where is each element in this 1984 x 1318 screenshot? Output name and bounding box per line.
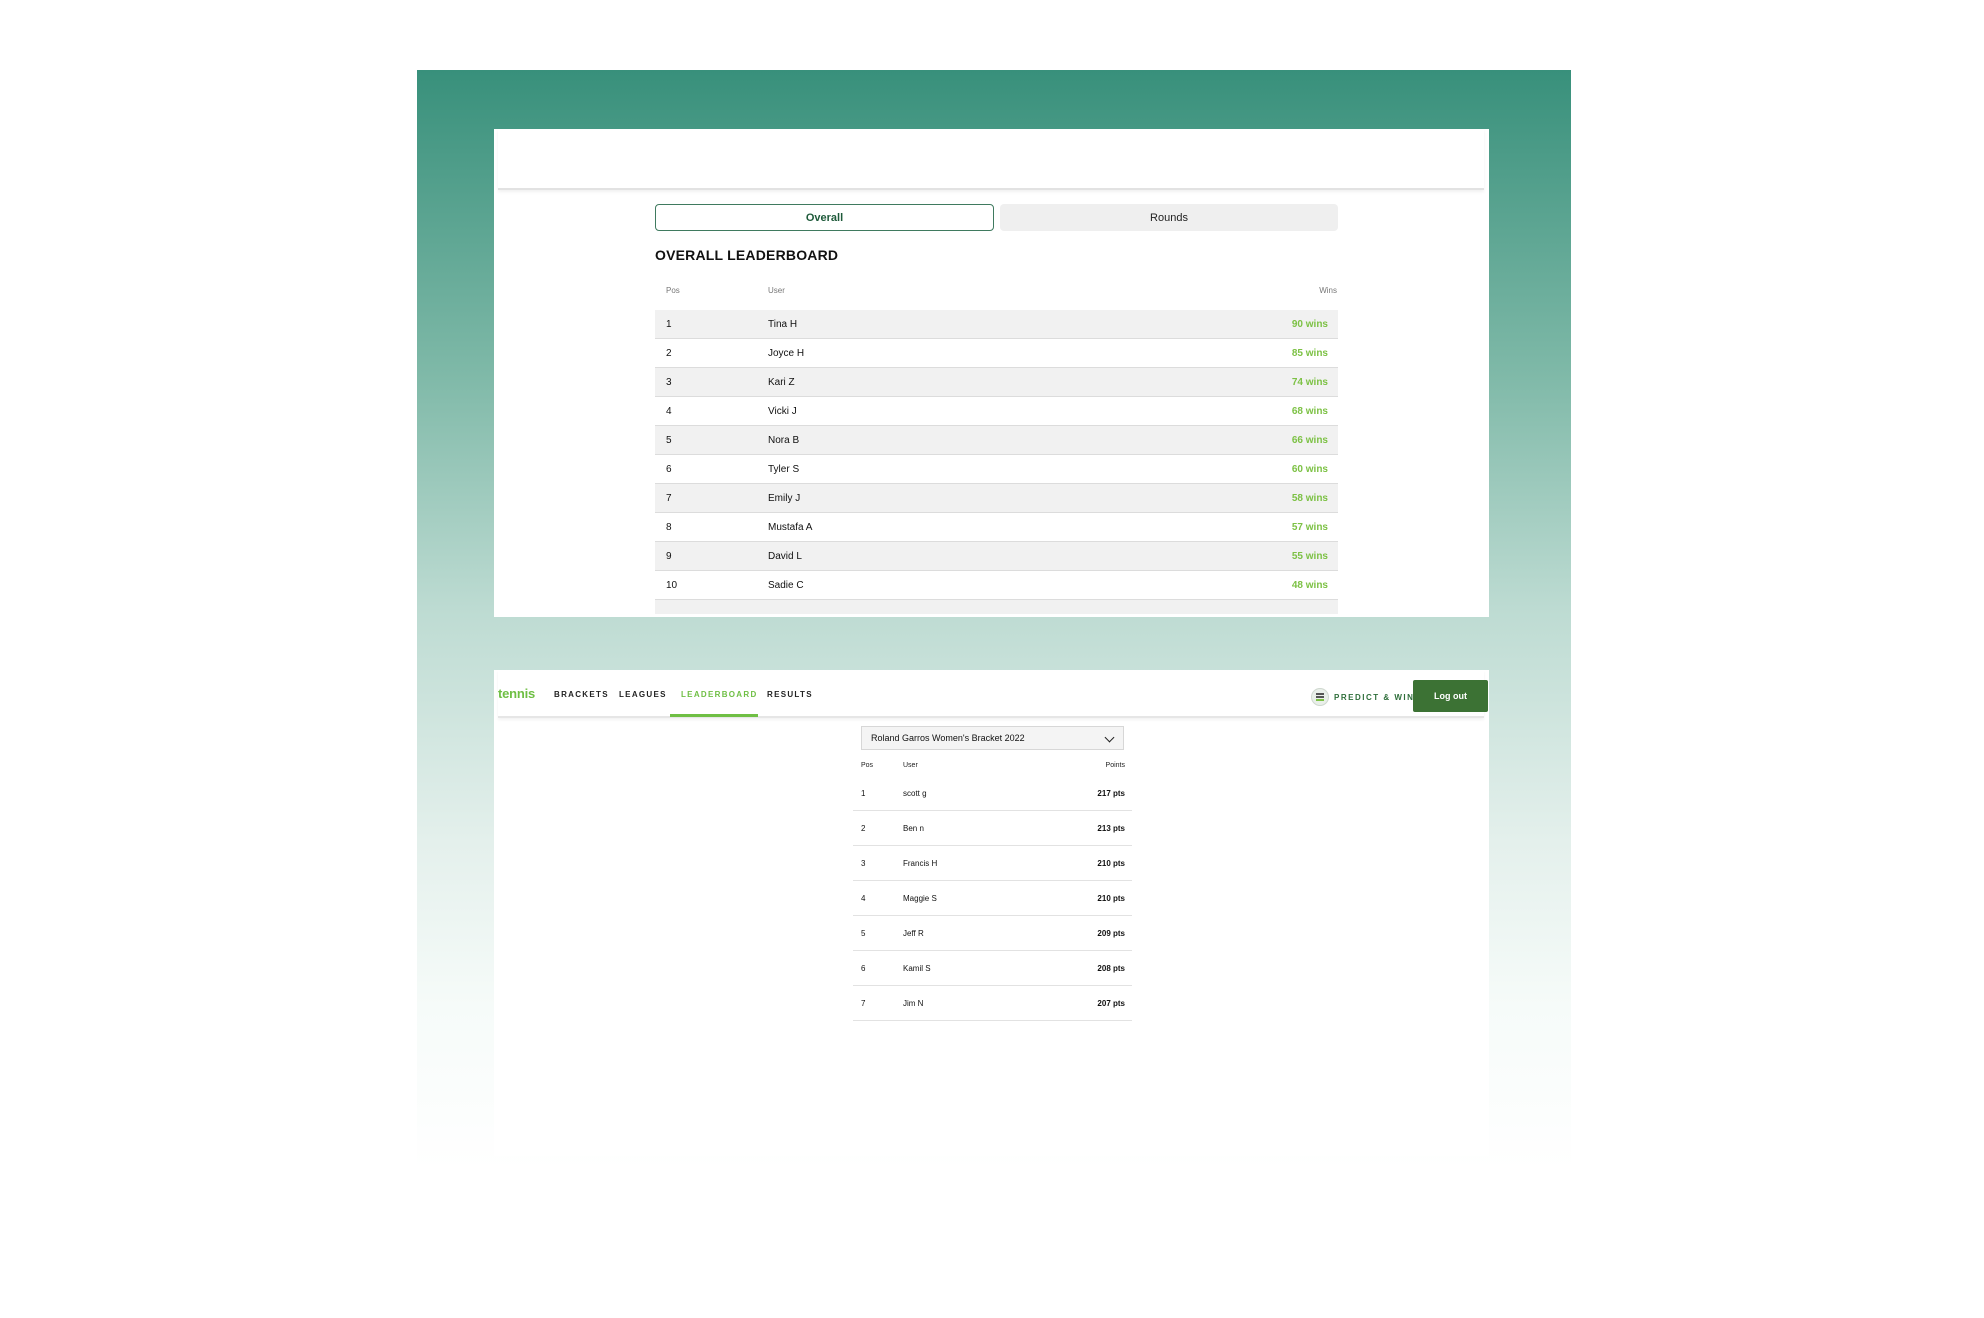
row-points: 217 pts — [1097, 789, 1125, 798]
column-header-user: User — [768, 286, 785, 295]
row-wins: 48 wins — [1291, 580, 1328, 591]
row-wins: 55 wins — [1291, 551, 1328, 562]
row-wins: 68 wins — [1291, 406, 1328, 417]
row-pos: 7 — [861, 999, 866, 1008]
table-row[interactable]: 5 Nora B 66 wins — [655, 426, 1338, 455]
row-pos: 3 — [666, 377, 672, 388]
row-wins: 66 wins — [1291, 435, 1328, 446]
table-row[interactable]: 2 Ben n 213 pts — [853, 811, 1132, 846]
row-pos: 4 — [861, 894, 866, 903]
row-points: 210 pts — [1097, 894, 1125, 903]
overall-leaderboard-panel: Overall Rounds OVERALL LEADERBOARD Pos U… — [494, 129, 1489, 617]
table-row[interactable]: 10 Sadie C 48 wins — [655, 571, 1338, 600]
row-points: 213 pts — [1097, 824, 1125, 833]
row-user: Jeff R — [903, 929, 924, 938]
table-row[interactable]: 7 Emily J 58 wins — [655, 484, 1338, 513]
table-row[interactable]: 7 Jim N 207 pts — [853, 986, 1132, 1021]
table-row[interactable]: 6 Kamil S 208 pts — [853, 951, 1132, 986]
row-points: 210 pts — [1097, 859, 1125, 868]
nav-item-leaderboard[interactable]: LEADERBOARD — [681, 690, 758, 699]
column-header-points: Points — [1105, 762, 1125, 769]
table-row[interactable]: 3 Kari Z 74 wins — [655, 368, 1338, 397]
row-wins: 85 wins — [1291, 348, 1328, 359]
table-row[interactable]: 2 Joyce H 85 wins — [655, 339, 1338, 368]
row-points: 209 pts — [1097, 929, 1125, 938]
row-points: 208 pts — [1097, 964, 1125, 973]
table-row[interactable]: 4 Vicki J 68 wins — [655, 397, 1338, 426]
row-user: Francis H — [903, 859, 938, 868]
row-points: 207 pts — [1097, 999, 1125, 1008]
bracket-select-value: Roland Garros Women's Bracket 2022 — [871, 733, 1025, 743]
row-user: Kamil S — [903, 964, 931, 973]
predict-label: PREDICT & WIN — [1334, 692, 1415, 702]
tennis-logo[interactable]: tennis — [498, 686, 535, 701]
table-header: Pos User Points — [853, 760, 1132, 774]
predict-and-win-link[interactable]: PREDICT & WIN — [1311, 688, 1414, 706]
row-user: Vicki J — [768, 406, 797, 417]
table-row[interactable]: 6 Tyler S 60 wins — [655, 455, 1338, 484]
row-pos: 9 — [666, 551, 672, 562]
row-pos: 3 — [861, 859, 866, 868]
row-pos: 6 — [666, 464, 672, 475]
nav-item-leagues[interactable]: LEAGUES — [619, 690, 667, 699]
table-row[interactable]: 3 Francis H 210 pts — [853, 846, 1132, 881]
table-row[interactable]: 1 Tina H 90 wins — [655, 310, 1338, 339]
row-pos: 2 — [666, 348, 672, 359]
row-pos: 7 — [666, 493, 672, 504]
row-wins: 60 wins — [1291, 464, 1328, 475]
row-pos: 1 — [861, 789, 866, 798]
leaderboard-table: 1 Tina H 90 wins 2 Joyce H 85 wins 3 Kari Z 74… — [655, 310, 1338, 614]
row-pos: 8 — [666, 522, 672, 533]
top-nav: tennis BRACKETS LEAGUES LEADERBOARD RESU… — [498, 670, 1488, 718]
bracket-select[interactable]: Roland Garros Women's Bracket 2022 — [861, 726, 1124, 750]
row-user: Joyce H — [768, 348, 805, 359]
page-title: OVERALL LEADERBOARD — [655, 247, 839, 263]
table-row-partial — [655, 600, 1338, 614]
row-wins: 74 wins — [1291, 377, 1328, 388]
row-user: Nora B — [768, 435, 800, 446]
row-pos: 4 — [666, 406, 672, 417]
row-pos: 5 — [666, 435, 672, 446]
table-row[interactable]: 8 Mustafa A 57 wins — [655, 513, 1338, 542]
column-header-user: User — [903, 762, 918, 769]
column-header-pos: Pos — [861, 762, 874, 769]
column-header-pos: Pos — [666, 286, 680, 295]
chevron-down-icon — [1104, 732, 1115, 743]
row-user: Maggie S — [903, 894, 937, 903]
row-user: Tina H — [768, 319, 798, 330]
row-pos: 10 — [666, 580, 678, 591]
row-pos: 2 — [861, 824, 866, 833]
bracket-leaderboard-panel: tennis BRACKETS LEAGUES LEADERBOARD RESU… — [494, 670, 1489, 1156]
row-user: Tyler S — [768, 464, 800, 475]
nav-item-results[interactable]: RESULTS — [767, 690, 813, 699]
row-user: scott g — [903, 789, 927, 798]
tab-overall[interactable]: Overall — [655, 204, 994, 231]
row-user: David L — [768, 551, 802, 562]
table-row[interactable]: 1 scott g 217 pts — [853, 776, 1132, 811]
row-user: Kari Z — [768, 377, 795, 388]
row-pos: 6 — [861, 964, 866, 973]
table-header: Pos User Wins — [655, 282, 1338, 300]
panel-header-bar — [498, 129, 1484, 190]
row-wins: 90 wins — [1291, 319, 1328, 330]
table-row[interactable]: 4 Maggie S 210 pts — [853, 881, 1132, 916]
table-row[interactable]: 9 David L 55 wins — [655, 542, 1338, 571]
table-row[interactable]: 5 Jeff R 209 pts — [853, 916, 1132, 951]
points-table: 1 scott g 217 pts 2 Ben n 213 pts 3 Francis H… — [853, 776, 1132, 1021]
row-user: Jim N — [903, 999, 924, 1008]
row-pos: 5 — [861, 929, 866, 938]
row-user: Ben n — [903, 824, 924, 833]
row-pos: 1 — [666, 319, 672, 330]
column-header-wins: Wins — [1319, 286, 1337, 295]
row-user: Mustafa A — [768, 522, 813, 533]
row-user: Emily J — [768, 493, 801, 504]
nav-item-brackets[interactable]: BRACKETS — [554, 690, 609, 699]
tab-rounds[interactable]: Rounds — [1000, 204, 1338, 231]
row-wins: 58 wins — [1291, 493, 1328, 504]
active-nav-underline — [670, 714, 758, 717]
row-user: Sadie C — [768, 580, 804, 591]
row-wins: 57 wins — [1291, 522, 1328, 533]
logout-button[interactable]: Log out — [1413, 680, 1488, 712]
predict-badge-icon — [1311, 688, 1329, 706]
